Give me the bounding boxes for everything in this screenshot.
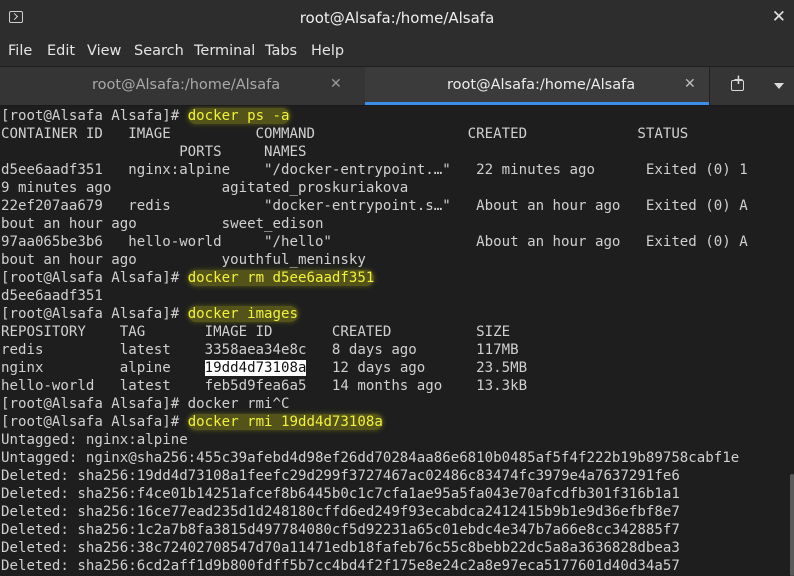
output-line: Deleted: sha256:19dd4d73108a1feefc29d299… <box>1 468 680 484</box>
window-title: root@Alsafa:/home/Alsafa <box>299 9 495 27</box>
prompt: [root@Alsafa Alsafa]# <box>1 270 188 286</box>
tab-label: root@Alsafa:/home/Alsafa <box>92 77 281 93</box>
tab-separator <box>709 67 710 105</box>
tab-label: root@Alsafa:/home/Alsafa <box>447 77 636 93</box>
command-text: docker ps -a <box>187 108 290 124</box>
tab-close-button[interactable]: ✕ <box>330 76 342 92</box>
command-text: docker rmi 19dd4d73108a <box>187 414 383 430</box>
output-line: hello-world latest feb5d9fea6a5 14 month… <box>1 378 528 394</box>
output-line: redis latest 3358aea34e8c 8 days ago 117… <box>1 342 519 358</box>
output-segment: nginx alpine <box>1 360 205 376</box>
output-line: Deleted: sha256:38c72402708547d70a11471e… <box>1 540 680 556</box>
prompt: [root@Alsafa Alsafa]# <box>1 306 188 322</box>
output-line: Deleted: sha256:f4ce01b14251afcef8b6445b… <box>1 486 680 502</box>
menu-terminal[interactable]: Terminal <box>194 43 255 59</box>
output-line: 9 minutes ago agitated_proskuriakova <box>1 180 409 196</box>
output-line: Untagged: nginx@sha256:455c39afebd4d98ef… <box>1 450 740 466</box>
menu-file[interactable]: File <box>8 43 32 59</box>
prompt-line: [root@Alsafa Alsafa]# docker rmi 19dd4d7… <box>1 413 383 431</box>
tab-active[interactable]: root@Alsafa:/home/Alsafa ✕ <box>365 67 709 105</box>
prompt: [root@Alsafa Alsafa]# <box>1 108 188 124</box>
tab-inactive[interactable]: root@Alsafa:/home/Alsafa ✕ <box>0 67 365 105</box>
selected-text: 19dd4d73108a <box>204 360 307 376</box>
prompt: [root@Alsafa Alsafa]# <box>1 414 188 430</box>
menu-tabs[interactable]: Tabs <box>265 43 297 59</box>
menu-help[interactable]: Help <box>311 43 344 59</box>
scrollbar-thumb[interactable] <box>790 474 794 576</box>
output-line: Untagged: nginx:alpine <box>1 432 188 448</box>
prompt-line: [root@Alsafa Alsafa]# docker ps -a <box>1 107 290 125</box>
output-line: 22ef207aa679 redis "docker-entrypoint.s…… <box>1 198 748 214</box>
output-line: Deleted: sha256:16ce77ead235d1d248180cff… <box>1 504 680 520</box>
output-line: CONTAINER ID IMAGE COMMAND CREATED STATU… <box>1 126 689 142</box>
terminal-output[interactable]: [root@Alsafa Alsafa]# docker ps -a CONTAI… <box>0 106 790 576</box>
output-line: 97aa065be3b6 hello-world "/hello" About … <box>1 234 748 250</box>
command-text: docker rm d5ee6aadf351 <box>187 270 375 286</box>
title-bar: root@Alsafa:/home/Alsafa ✕ <box>0 0 794 38</box>
output-line: nginx alpine 19dd4d73108a 12 days ago 23… <box>1 359 527 377</box>
output-line: d5ee6aadf351 nginx:alpine "/docker-entry… <box>1 162 748 178</box>
menu-view[interactable]: View <box>87 43 121 59</box>
tab-close-button[interactable]: ✕ <box>684 76 696 92</box>
menu-search[interactable]: Search <box>134 43 184 59</box>
output-line: Deleted: sha256:6cd2aff1d9b800fdff5b7cc4… <box>1 558 680 574</box>
tab-bar: root@Alsafa:/home/Alsafa ✕ root@Alsafa:/… <box>0 67 794 106</box>
output-line: [root@Alsafa Alsafa]# docker rmi^C <box>1 396 290 412</box>
output-segment: 12 days ago 23.5MB <box>306 360 528 376</box>
menu-bar: File Edit View Search Terminal Tabs Help <box>0 38 794 67</box>
output-line: Deleted: sha256:1c2a7b8fa3815d497784080c… <box>1 522 680 538</box>
output-line: bout an hour ago youthful_meninsky <box>1 252 366 268</box>
output-line: bout an hour ago sweet_edison <box>1 216 324 232</box>
output-line: REPOSITORY TAG IMAGE ID CREATED SIZE <box>1 324 511 340</box>
command-text: docker images <box>187 306 298 322</box>
chevron-down-icon[interactable] <box>774 83 784 89</box>
output-line: d5ee6aadf351 <box>1 288 103 304</box>
output-line: PORTS NAMES <box>1 144 307 160</box>
menu-edit[interactable]: Edit <box>47 43 75 59</box>
scrollbar[interactable] <box>790 106 794 576</box>
prompt-line: [root@Alsafa Alsafa]# docker images <box>1 305 298 323</box>
close-window-button[interactable]: ✕ <box>772 7 786 27</box>
new-tab-icon[interactable]: + <box>730 73 746 92</box>
prompt-line: [root@Alsafa Alsafa]# docker rm d5ee6aad… <box>1 269 375 287</box>
